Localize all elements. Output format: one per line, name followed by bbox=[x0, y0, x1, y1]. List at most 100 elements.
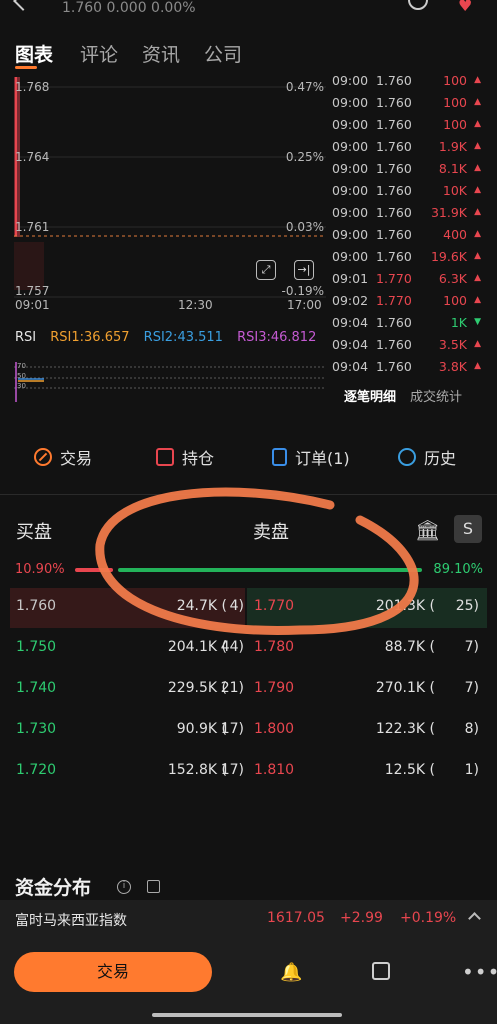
scroll-to-end-icon[interactable]: →| bbox=[294, 260, 314, 280]
search-icon[interactable] bbox=[408, 0, 428, 10]
rsi-legend[interactable]: RSI RSI1:36.657 RSI2:43.511 RSI3:46.812 bbox=[15, 330, 326, 345]
rsi3-value: RSI3:46.812 bbox=[237, 330, 317, 345]
action-trade[interactable]: 交易 bbox=[34, 445, 92, 469]
ticker-price: 1.760 bbox=[376, 337, 412, 352]
tab-chart[interactable]: 图表 bbox=[15, 40, 53, 67]
action-orders-label: 订单(1) bbox=[295, 449, 350, 468]
bid-price: 1.750 bbox=[16, 639, 57, 655]
ticker-row: 09:00 1.760 100 ▲ bbox=[330, 70, 485, 92]
direction-arrow-icon: ▲ bbox=[474, 361, 481, 371]
ticker-volume: 31.9K bbox=[430, 205, 467, 220]
ticker-volume: 100 bbox=[443, 95, 467, 110]
tab-company[interactable]: 公司 bbox=[204, 40, 242, 67]
action-history[interactable]: 历史 bbox=[398, 445, 456, 469]
orderbook-row[interactable]: 1.730 90.9K (17) 1.800 122.3K (8) bbox=[10, 711, 487, 751]
rsi-label: RSI bbox=[15, 330, 37, 345]
ticker-row: 09:04 1.760 1K ▼ bbox=[330, 312, 485, 334]
alert-bell-icon[interactable]: 🔔 bbox=[280, 962, 302, 983]
share-icon[interactable] bbox=[147, 880, 160, 893]
rsi-level-50: 50 bbox=[17, 372, 26, 380]
direction-arrow-icon: ▲ bbox=[474, 273, 481, 283]
ask-price: 1.770 bbox=[254, 598, 295, 614]
ticker-price: 1.760 bbox=[376, 117, 412, 132]
price-label-base: 1.761 bbox=[15, 220, 50, 234]
orderbook-row[interactable]: 1.750 204.1K (44) 1.780 88.7K (7) bbox=[10, 629, 487, 669]
tab-trade-detail[interactable]: 逐笔明细 bbox=[344, 386, 396, 405]
bid-volume: 24.7K ( bbox=[176, 598, 227, 614]
intraday-chart[interactable] bbox=[0, 72, 330, 402]
ticker-row: 09:02 1.770 100 ▲ bbox=[330, 290, 485, 312]
tab-trade-stats[interactable]: 成交统计 bbox=[410, 386, 462, 405]
orderbook-row[interactable]: 1.740 229.5K (21) 1.790 270.1K (7) bbox=[10, 670, 487, 710]
bank-icon[interactable]: 🏛 bbox=[415, 518, 440, 542]
direction-arrow-icon: ▲ bbox=[474, 119, 481, 129]
ticker-volume: 3.8K bbox=[438, 359, 467, 374]
action-orders[interactable]: 订单(1) bbox=[272, 445, 350, 469]
index-name: 富时马来西亚指数 bbox=[15, 913, 127, 929]
tab-news[interactable]: 资讯 bbox=[142, 40, 180, 67]
orderbook-row[interactable]: 1.720 152.8K (17) 1.810 12.5K (1) bbox=[10, 752, 487, 792]
tab-comments[interactable]: 评论 bbox=[80, 40, 118, 67]
ticker-row: 09:04 1.760 3.5K ▲ bbox=[330, 334, 485, 356]
bid-volume: 152.8K ( bbox=[167, 762, 227, 778]
rsi-level-70: 70 bbox=[17, 362, 26, 370]
bid-count: 44) bbox=[220, 639, 244, 655]
direction-arrow-icon: ▼ bbox=[474, 317, 481, 327]
bid-ask-ratio: 10.90% 89.10% bbox=[0, 560, 497, 582]
ticker-time: 09:00 bbox=[332, 227, 369, 242]
favorite-icon[interactable]: ♥ bbox=[458, 0, 472, 15]
ticker-price: 1.760 bbox=[376, 183, 412, 198]
ticker-volume: 6.3K bbox=[438, 271, 467, 286]
fullscreen-icon[interactable]: ⤢ bbox=[256, 260, 276, 280]
share-icon[interactable] bbox=[372, 962, 390, 980]
ask-count: 7) bbox=[464, 680, 479, 696]
trade-button[interactable]: 交易 bbox=[14, 952, 212, 992]
bid-volume: 90.9K ( bbox=[176, 721, 227, 737]
price-label-low: 1.757 bbox=[15, 284, 50, 298]
info-icon[interactable]: i bbox=[117, 880, 131, 894]
clipboard-icon bbox=[272, 448, 287, 466]
ask-volume: 12.5K ( bbox=[384, 762, 435, 778]
action-history-label: 历史 bbox=[424, 449, 457, 468]
back-arrow-icon[interactable] bbox=[13, 0, 33, 11]
ticker-row: 09:00 1.760 8.1K ▲ bbox=[330, 158, 485, 180]
ticker-volume: 3.5K bbox=[438, 337, 467, 352]
ask-ratio-bar bbox=[118, 568, 422, 572]
index-value: 1617.05 bbox=[267, 910, 325, 926]
bid-price: 1.720 bbox=[16, 762, 57, 778]
ticker-time: 09:00 bbox=[332, 249, 369, 264]
rsi1-value: RSI1:36.657 bbox=[50, 330, 130, 345]
ticker-time: 09:00 bbox=[332, 183, 369, 198]
ask-price: 1.790 bbox=[254, 680, 295, 696]
rsi-level-30: 30 bbox=[17, 382, 26, 390]
s-toggle-button[interactable]: S bbox=[454, 515, 482, 543]
ticker-time: 09:00 bbox=[332, 73, 369, 88]
ticker-row: 09:00 1.760 100 ▲ bbox=[330, 92, 485, 114]
pct-label-low: -0.19% bbox=[281, 284, 324, 298]
index-bar[interactable]: 富时马来西亚指数 1617.05 +2.99 +0.19% bbox=[0, 900, 497, 938]
pct-label-high: 0.47% bbox=[285, 80, 324, 94]
active-tab-indicator bbox=[15, 66, 37, 69]
chevron-up-icon[interactable] bbox=[468, 912, 481, 925]
bid-price: 1.740 bbox=[16, 680, 57, 696]
bid-count: 17) bbox=[220, 721, 244, 737]
direction-arrow-icon: ▲ bbox=[474, 339, 481, 349]
pct-label-base: 0.03% bbox=[285, 220, 324, 234]
ask-count: 8) bbox=[464, 721, 479, 737]
bid-price: 1.730 bbox=[16, 721, 57, 737]
action-positions[interactable]: 持仓 bbox=[156, 445, 214, 469]
pct-label-mid: 0.25% bbox=[285, 150, 324, 164]
trade-icon bbox=[34, 448, 52, 466]
direction-arrow-icon: ▲ bbox=[474, 295, 481, 305]
direction-arrow-icon: ▲ bbox=[474, 75, 481, 85]
orderbook-row[interactable]: 1.760 24.7K (4) 1.770 201.3K (25) bbox=[10, 588, 487, 628]
orderbook-header: 买盘 卖盘 🏛 S bbox=[0, 510, 497, 550]
more-icon[interactable]: ••• bbox=[462, 960, 497, 984]
ask-price: 1.810 bbox=[254, 762, 295, 778]
trade-ticker[interactable]: 09:00 1.760 100 ▲ 09:00 1.760 100 ▲ 09:00 1.760 10… bbox=[330, 70, 485, 378]
ticker-volume: 100 bbox=[443, 73, 467, 88]
header-quote: 1.760 0.000 0.00% bbox=[62, 0, 196, 16]
ticker-row: 09:00 1.760 31.9K ▲ bbox=[330, 202, 485, 224]
ticker-price: 1.760 bbox=[376, 139, 412, 154]
clock-icon bbox=[398, 448, 416, 466]
